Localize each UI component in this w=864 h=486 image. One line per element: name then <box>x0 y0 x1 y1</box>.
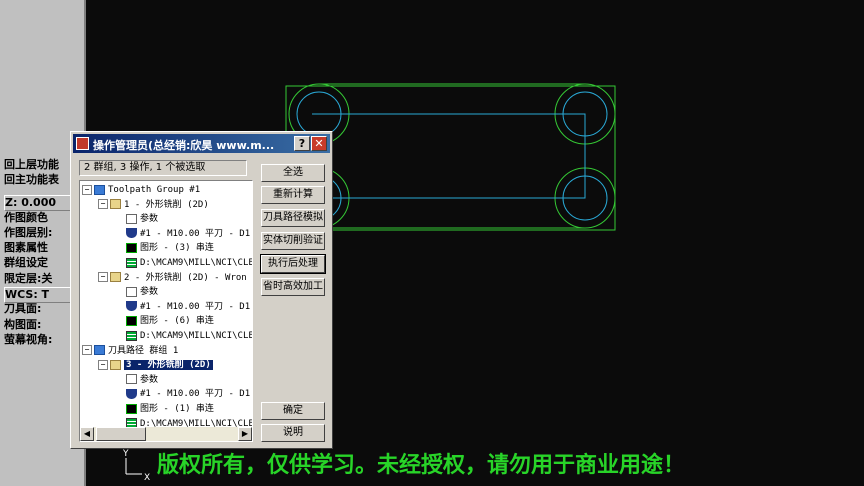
tool-icon <box>126 388 137 399</box>
nci-icon <box>126 257 137 268</box>
nci-icon <box>126 330 137 341</box>
tool-icon <box>126 228 137 239</box>
params-icon <box>126 286 137 297</box>
tree-row-label: D:\MCAM9\MILL\NCI\CLE <box>140 331 253 341</box>
tree-row-label: 3 - 外形铣削 (2D) <box>124 360 213 371</box>
tree-row[interactable]: − 刀具路径 群组 1 <box>82 344 178 358</box>
tree-row-label: #1 - M10.00 平刀 - D1 <box>140 301 251 312</box>
tree-row[interactable]: −参数 <box>114 285 158 299</box>
tree-row[interactable]: − 1 - 外形铣削 (2D) <box>98 198 209 212</box>
operations-manager-dialog[interactable]: 操作管理员(总经销:欣昊 www.m... ? ✕ 2 群组, 3 操作, 1 … <box>70 131 333 449</box>
tree-row-label: 参数 <box>140 374 159 385</box>
regenerate-button[interactable]: 重新计算 <box>261 186 325 204</box>
horizontal-scrollbar[interactable]: ◀ ▶ <box>80 427 252 441</box>
expander-icon: − <box>98 272 108 283</box>
tree-row[interactable]: − Toolpath Group #1 <box>82 183 200 197</box>
tree-row[interactable]: −#1 - M10.00 平刀 - D1 <box>114 227 250 241</box>
tree-row[interactable]: − 3 - 外形铣削 (2D) <box>98 358 213 372</box>
tree-row[interactable]: −参数 <box>114 212 158 226</box>
tree-row-label: 图形 - (3) 串连 <box>140 243 214 254</box>
scroll-thumb[interactable] <box>96 427 146 441</box>
folder-icon <box>110 199 121 210</box>
tree-row-label: #1 - M10.00 平刀 - D1 <box>140 228 251 239</box>
selection-status: 2 群组, 3 操作, 1 个被选取 <box>79 160 247 176</box>
tree-row-label: 1 - 外形铣削 (2D) <box>124 199 209 210</box>
scroll-right-icon[interactable]: ▶ <box>238 427 252 441</box>
dialog-title: 操作管理员(总经销:欣昊 www.m... <box>93 139 275 152</box>
tree-row-label: 图形 - (1) 串连 <box>140 404 214 414</box>
tool-icon <box>126 301 137 312</box>
geo-icon <box>126 403 137 414</box>
tree-row[interactable]: −#1 - M10.00 平刀 - D1 <box>114 387 250 401</box>
tree-row-label: 图形 - (6) 串连 <box>140 316 214 327</box>
params-icon <box>126 374 137 385</box>
tree-row[interactable]: −D:\MCAM9\MILL\NCI\CLE <box>114 256 253 270</box>
tree-row-label: 2 - 外形铣削 (2D) - Wron <box>124 272 247 283</box>
ok-button[interactable]: 确定 <box>261 402 325 420</box>
tree-row[interactable]: −D:\MCAM9\MILL\NCI\CLE <box>114 329 253 343</box>
axis-y-label: Y <box>122 449 129 459</box>
tree-row[interactable]: −图形 - (1) 串连 <box>114 402 214 416</box>
copyright-watermark: 版权所有，仅供学习。未经授权，请勿用于商业用途！ <box>157 452 686 478</box>
folder-icon <box>110 359 121 370</box>
geo-icon <box>126 315 137 326</box>
tree-row[interactable]: −图形 - (6) 串连 <box>114 314 214 328</box>
select-all-button[interactable]: 全选 <box>261 164 325 182</box>
expander-icon: − <box>98 359 108 370</box>
close-icon[interactable]: ✕ <box>311 136 327 151</box>
expander-icon: − <box>98 199 108 210</box>
params-icon <box>126 213 137 224</box>
toolpath-sim-button[interactable]: 刀具路径模拟 <box>261 209 325 227</box>
expander-icon: − <box>82 184 92 195</box>
tree-row-label: 参数 <box>140 287 159 298</box>
folder-icon <box>110 272 121 283</box>
geo-icon <box>126 242 137 253</box>
help-icon[interactable]: ? <box>294 136 310 151</box>
scroll-left-icon[interactable]: ◀ <box>80 427 94 441</box>
operations-tree[interactable]: −Toolpath Group #1−1 - 外形铣削 (2D)−参数−#1 -… <box>79 180 253 442</box>
group-icon <box>94 184 105 195</box>
tree-row-label: #1 - M10.00 平刀 - D1 <box>140 389 251 400</box>
help-button[interactable]: 说明 <box>261 424 325 442</box>
group-icon <box>94 345 105 356</box>
high-speed-button[interactable]: 省时高效加工 <box>261 278 325 296</box>
tree-row-label: 刀具路径 群组 1 <box>108 345 179 356</box>
toolpath-contour <box>312 113 586 199</box>
tree-row[interactable]: −图形 - (3) 串连 <box>114 241 214 255</box>
tree-row-label: D:\MCAM9\MILL\NCI\CLE <box>140 258 253 268</box>
tree-row[interactable]: −参数 <box>114 373 158 387</box>
expander-icon: − <box>82 345 92 356</box>
app-icon <box>76 137 89 150</box>
axis-x-label: X <box>144 473 150 483</box>
post-process-button[interactable]: 执行后处理 <box>260 254 326 274</box>
dialog-titlebar[interactable]: 操作管理员(总经销:欣昊 www.m... ? ✕ <box>73 134 330 153</box>
axis-indicator: Y X <box>122 449 150 483</box>
tree-row-label: 参数 <box>140 214 159 225</box>
tree-row[interactable]: −#1 - M10.00 平刀 - D1 <box>114 300 250 314</box>
solid-verify-button[interactable]: 实体切削验证 <box>261 232 325 250</box>
tree-row[interactable]: − 2 - 外形铣削 (2D) - Wron <box>98 271 247 285</box>
tree-row-label: Toolpath Group #1 <box>108 185 201 195</box>
